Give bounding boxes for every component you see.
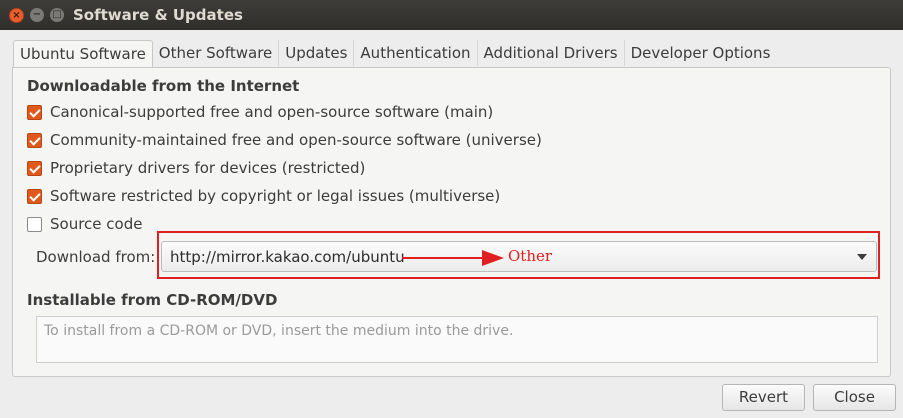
- title-bar: × − □ Software & Updates: [0, 0, 903, 30]
- window-maximize-icon[interactable]: □: [50, 8, 64, 22]
- checkbox-row-restricted[interactable]: Proprietary drivers for devices (restric…: [27, 157, 365, 179]
- cdrom-placeholder-text: To install from a CD-ROM or DVD, insert …: [44, 323, 514, 339]
- tab-updates[interactable]: Updates: [279, 40, 355, 66]
- cdrom-list[interactable]: To install from a CD-ROM or DVD, insert …: [36, 316, 878, 363]
- checkbox-universe[interactable]: [27, 132, 42, 148]
- tab-additional-drivers[interactable]: Additional Drivers: [478, 40, 625, 66]
- checkbox-label: Software restricted by copyright or lega…: [50, 187, 501, 205]
- checkbox-restricted[interactable]: [27, 160, 42, 176]
- checkbox-label: Community-maintained free and open-sourc…: [50, 131, 542, 149]
- tab-developer-options[interactable]: Developer Options: [625, 40, 777, 66]
- window-minimize-icon[interactable]: −: [30, 8, 44, 22]
- window-title: Software & Updates: [73, 6, 243, 24]
- revert-button[interactable]: Revert: [722, 384, 805, 411]
- tab-other-software[interactable]: Other Software: [153, 40, 280, 66]
- checkbox-row-main[interactable]: Canonical-supported free and open-source…: [27, 101, 493, 123]
- annotation-text: Other: [508, 247, 553, 265]
- download-server-value: http://mirror.kakao.com/ubuntu: [170, 248, 405, 266]
- window-close-icon[interactable]: ×: [9, 8, 24, 23]
- tab-ubuntu-software[interactable]: Ubuntu Software: [13, 40, 153, 69]
- checkbox-row-universe[interactable]: Community-maintained free and open-sourc…: [27, 129, 542, 151]
- download-from-label: Download from:: [36, 248, 156, 266]
- annotation-arrow-icon: [402, 250, 504, 266]
- downloadable-section-title: Downloadable from the Internet: [27, 77, 300, 95]
- checkbox-main[interactable]: [27, 104, 42, 120]
- checkbox-row-multiverse[interactable]: Software restricted by copyright or lega…: [27, 185, 500, 207]
- checkbox-multiverse[interactable]: [27, 188, 42, 204]
- checkbox-row-source-code[interactable]: Source code: [27, 213, 142, 235]
- tab-authentication[interactable]: Authentication: [354, 40, 478, 66]
- chevron-down-icon: [857, 254, 867, 260]
- cdrom-section-title: Installable from CD-ROM/DVD: [27, 291, 278, 309]
- close-button[interactable]: Close: [813, 384, 896, 411]
- checkbox-source-code[interactable]: [27, 216, 42, 232]
- checkbox-label: Source code: [50, 215, 143, 233]
- checkbox-label: Proprietary drivers for devices (restric…: [50, 159, 366, 177]
- tab-bar: Ubuntu Software Other Software Updates A…: [13, 40, 777, 69]
- checkbox-label: Canonical-supported free and open-source…: [50, 103, 494, 121]
